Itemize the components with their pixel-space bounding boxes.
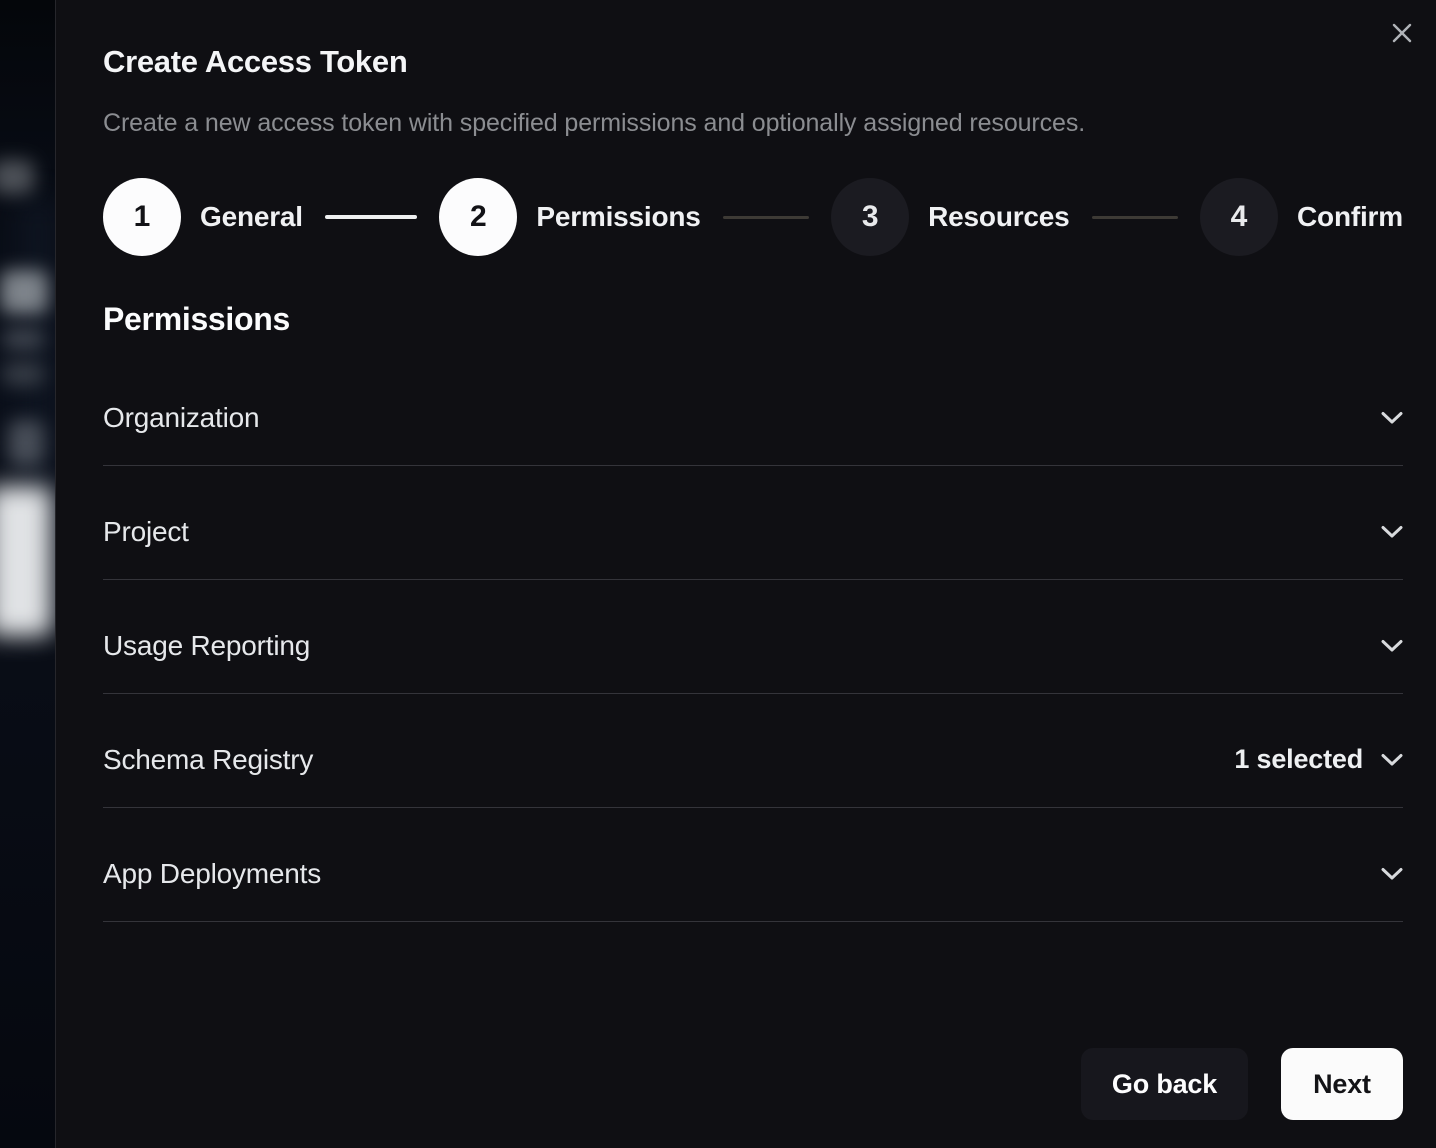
stepper-connector-upcoming	[1092, 216, 1178, 219]
close-button[interactable]	[1384, 16, 1420, 52]
permissions-section-heading: Permissions	[103, 300, 1403, 338]
accordion-label: Project	[103, 516, 189, 548]
stepper-step-permissions[interactable]: 2 Permissions	[439, 178, 700, 256]
step-3-label: Resources	[928, 201, 1069, 233]
accordion-label: Schema Registry	[103, 744, 313, 776]
step-4-indicator: 4	[1200, 178, 1278, 256]
stepper-step-confirm[interactable]: 4 Confirm	[1200, 178, 1403, 256]
accordion-label: Usage Reporting	[103, 630, 310, 662]
step-2-indicator: 2	[439, 178, 517, 256]
accordion-row-organization[interactable]: Organization	[103, 352, 1403, 466]
chevron-down-icon[interactable]	[1381, 867, 1403, 881]
stepper-step-general[interactable]: 1 General	[103, 178, 303, 256]
close-icon	[1389, 20, 1415, 49]
step-3-indicator: 3	[831, 178, 909, 256]
step-1-indicator: 1	[103, 178, 181, 256]
background-blur-item	[2, 328, 44, 350]
stepper-connector-complete	[325, 215, 417, 219]
stepper-connector-upcoming	[723, 216, 809, 219]
create-access-token-dialog: Create Access Token Create a new access …	[55, 0, 1436, 1148]
accordion-row-project[interactable]: Project	[103, 466, 1403, 580]
wizard-stepper: 1 General 2 Permissions 3 Resources 4 Co…	[103, 178, 1403, 256]
step-2-label: Permissions	[536, 201, 700, 233]
dialog-subtitle: Create a new access token with specified…	[103, 108, 1403, 138]
background-blur-card	[0, 486, 52, 636]
background-blur-item	[2, 362, 44, 386]
selection-count-badge: 1 selected	[1234, 744, 1363, 775]
stepper-step-resources[interactable]: 3 Resources	[831, 178, 1069, 256]
step-1-label: General	[200, 201, 303, 233]
accordion-row-app-deployments[interactable]: App Deployments	[103, 808, 1403, 922]
permission-category-list: Organization Project Usage	[103, 352, 1403, 922]
step-4-label: Confirm	[1297, 201, 1403, 233]
chevron-down-icon[interactable]	[1381, 753, 1403, 767]
accordion-label: App Deployments	[103, 858, 321, 890]
accordion-label: Organization	[103, 402, 259, 434]
chevron-down-icon[interactable]	[1381, 411, 1403, 425]
background-blur-item	[0, 160, 34, 194]
go-back-button[interactable]: Go back	[1081, 1048, 1248, 1120]
page: Create Access Token Create a new access …	[0, 0, 1436, 1148]
accordion-row-usage-reporting[interactable]: Usage Reporting	[103, 580, 1403, 694]
background-blur-item	[0, 270, 48, 314]
accordion-row-schema-registry[interactable]: Schema Registry 1 selected	[103, 694, 1403, 808]
dialog-title: Create Access Token	[103, 44, 1403, 80]
background-blur-item	[8, 420, 44, 466]
dialog-footer: Go back Next	[103, 1048, 1403, 1120]
chevron-down-icon[interactable]	[1381, 639, 1403, 653]
chevron-down-icon[interactable]	[1381, 525, 1403, 539]
next-button[interactable]: Next	[1281, 1048, 1403, 1120]
background-page-strip	[0, 0, 55, 1148]
